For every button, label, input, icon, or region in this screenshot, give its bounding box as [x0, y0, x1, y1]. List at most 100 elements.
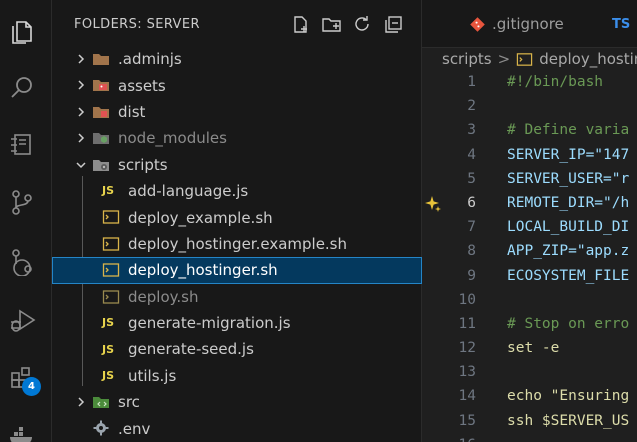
tree-item-dist[interactable]: dist	[52, 99, 422, 125]
source-control-icon[interactable]	[6, 186, 38, 218]
code-text: SERVER_IP="147	[507, 146, 630, 163]
line-number: 1	[467, 74, 476, 90]
explorer-title: FOLDERS: SERVER	[74, 17, 200, 32]
code-text: SERVER_USER="r	[507, 170, 630, 187]
extensions-badge: 4	[22, 377, 41, 396]
line-number: 15	[458, 412, 476, 429]
code-line: 9 ECOSYSTEM_FILE	[422, 264, 637, 288]
code-text: REMOTE_DIR="/h	[507, 194, 630, 211]
folder-node-icon	[93, 133, 109, 145]
ts-icon: TS	[612, 16, 631, 32]
run-debug-icon[interactable]	[6, 304, 38, 336]
breadcrumb-file[interactable]: deploy_hostin	[539, 50, 637, 68]
explorer-header: FOLDERS: SERVER	[52, 0, 422, 50]
refresh-icon[interactable]	[352, 14, 373, 35]
js-file-icon: JS	[102, 184, 115, 198]
tree-item-utils-js[interactable]: JS utils.js	[52, 363, 422, 389]
js-file-icon: JS	[102, 342, 115, 356]
tab-ts[interactable]: TS	[612, 0, 630, 48]
tree-item-generate-migration-js[interactable]: JS generate-migration.js	[52, 310, 422, 336]
code-text: #!/bin/bash	[507, 74, 604, 90]
code-line: 15 ssh $SERVER_US	[422, 409, 637, 433]
line-number: 4	[467, 146, 476, 163]
tree-item-label: deploy_example.sh	[128, 208, 273, 227]
tab-gitignore[interactable]: .gitignore	[470, 0, 564, 48]
tree-item-add-language-js[interactable]: JS add-language.js	[52, 178, 422, 204]
tree-item-assets[interactable]: assets	[52, 72, 422, 98]
docker-icon[interactable]	[6, 420, 38, 442]
line-number: 3	[467, 122, 476, 139]
chevron-right-icon	[78, 107, 85, 117]
tree-item-label: src	[118, 393, 140, 412]
line-number: 6	[467, 194, 476, 211]
new-folder-icon[interactable]	[321, 14, 342, 35]
code-text: # Stop on erro	[507, 315, 630, 332]
line-number: 7	[467, 219, 476, 236]
shell-file-icon	[102, 210, 120, 224]
editor-area: .gitignore TS scripts > deploy_hostin 1 #…	[422, 0, 637, 442]
tree-item-scripts[interactable]: scripts	[52, 152, 422, 178]
activity-bar: 4	[0, 0, 52, 442]
tree-item-adminjs[interactable]: .adminjs	[52, 46, 422, 72]
chevron-right-icon	[78, 54, 85, 64]
code-editor[interactable]: 1 #!/bin/bash 2 3 # Define varia 4 SERVER_I…	[422, 70, 637, 442]
line-number: 13	[458, 364, 476, 381]
git-graph-icon[interactable]	[6, 246, 38, 278]
tree-item-label: generate-migration.js	[128, 314, 291, 333]
folder-scripts-open-icon	[93, 159, 109, 171]
breadcrumb: scripts > deploy_hostin	[442, 50, 637, 68]
new-file-icon[interactable]	[290, 14, 311, 35]
tree-item-deploy-hostinger-sh[interactable]: deploy_hostinger.sh	[52, 257, 422, 284]
tree-item-label: dist	[118, 102, 146, 121]
tree-item-label: node_modules	[118, 129, 227, 148]
shell-file-icon	[102, 237, 120, 251]
tree-item-label: deploy_hostinger.sh	[128, 261, 278, 280]
chevron-right-icon	[78, 80, 85, 90]
line-number: 14	[458, 388, 476, 405]
tree-item-env[interactable]: .env	[52, 415, 422, 441]
code-text: # Define varia	[507, 122, 630, 139]
tree-item-label: assets	[118, 76, 166, 95]
code-text: set -e	[507, 340, 560, 357]
code-line: 12 set -e	[422, 336, 637, 360]
tree-item-label: add-language.js	[128, 182, 249, 201]
folder-dist-icon	[93, 106, 109, 118]
shell-file-icon	[102, 263, 120, 277]
editor-tabs: .gitignore TS	[422, 0, 637, 48]
tree-item-label: deploy.sh	[128, 287, 199, 306]
git-icon	[470, 16, 485, 32]
folder-icon	[93, 54, 109, 65]
code-text: LOCAL_BUILD_DI	[507, 219, 630, 236]
tree-item-node-modules[interactable]: node_modules	[52, 125, 422, 151]
tree-item-label: utils.js	[128, 366, 177, 385]
code-line: 4 SERVER_IP="147	[422, 143, 637, 167]
code-line: 14 echo "Ensuring	[422, 384, 637, 408]
tree-item-deploy-example-sh[interactable]: deploy_example.sh	[52, 204, 422, 230]
code-line: 16	[422, 433, 637, 442]
breadcrumb-folder[interactable]: scripts	[442, 50, 492, 68]
remote-explorer-icon[interactable]	[6, 128, 38, 160]
js-file-icon: JS	[102, 316, 115, 330]
tree-item-label: .adminjs	[118, 50, 182, 69]
line-number: 12	[458, 340, 476, 357]
tree-item-deploy-hostinger-example-sh[interactable]: deploy_hostinger.example.sh	[52, 231, 422, 257]
explorer-icon[interactable]	[6, 16, 38, 48]
tree-item-deploy-sh[interactable]: deploy.sh	[52, 284, 422, 310]
tree-item-generate-seed-js[interactable]: JS generate-seed.js	[52, 336, 422, 362]
tree-item-src[interactable]: src	[52, 389, 422, 415]
search-icon[interactable]	[6, 72, 38, 104]
tree-item-label: .env	[118, 419, 151, 438]
tab-label: .gitignore	[492, 15, 564, 33]
code-text: ECOSYSTEM_FILE	[507, 267, 630, 284]
code-text: APP_ZIP="app.z	[507, 243, 630, 260]
explorer-actions	[290, 14, 404, 35]
line-number: 9	[467, 267, 476, 284]
collapse-all-icon[interactable]	[383, 14, 404, 35]
folder-src-icon	[93, 397, 109, 409]
tree-item-label: generate-seed.js	[128, 340, 254, 359]
chevron-right-icon	[78, 133, 85, 143]
shell-file-icon	[102, 289, 120, 304]
shell-file-icon	[517, 52, 533, 66]
line-number: 11	[458, 315, 476, 332]
code-line: 5 SERVER_USER="r	[422, 167, 637, 191]
